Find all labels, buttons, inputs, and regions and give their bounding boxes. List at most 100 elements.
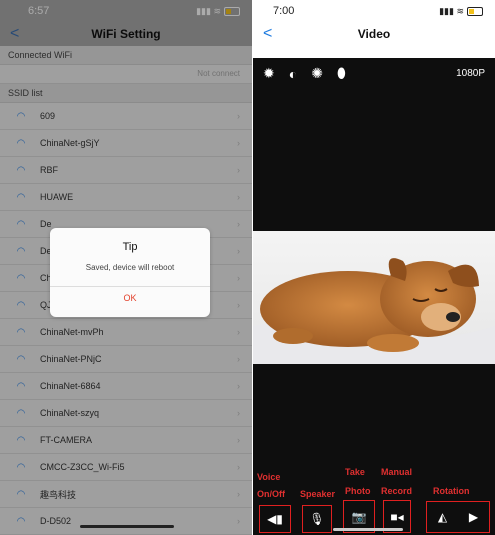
chevron-right-icon: ›	[237, 435, 240, 445]
home-indicator	[80, 525, 174, 528]
ok-button[interactable]: OK	[50, 293, 210, 303]
ssid-name: CMCC-Z3CC_Wi-Fi5	[40, 462, 125, 472]
wifi-icon: ◠	[16, 407, 26, 419]
ssid-list-item[interactable]: ◠ 609 ›	[0, 103, 252, 130]
connected-wifi-header: Connected WiFi	[0, 46, 252, 65]
ssid-name: ChinaNet-szyq	[40, 408, 100, 418]
ssid-list-header: SSID list	[0, 84, 252, 103]
ssid-name: FT-CAMERA	[40, 435, 93, 445]
rotate-icon[interactable]: ▶	[469, 510, 478, 524]
wifi-icon: ◠	[16, 515, 26, 527]
speaker-button[interactable]: 🎙	[302, 505, 332, 533]
wifi-icon: ◠	[16, 191, 26, 203]
back-button[interactable]: <	[263, 26, 272, 42]
wifi-setting-screen: 6:57 ▮▮▮ ≋ < WiFi Setting Connected WiFi…	[0, 0, 252, 535]
voice-toggle-button[interactable]: ◀▮	[259, 505, 291, 533]
chevron-right-icon: ›	[237, 138, 240, 148]
ssid-name: 609	[40, 111, 56, 121]
ssid-list-item[interactable]: ◠ RBF ›	[0, 157, 252, 184]
wifi-icon: ◠	[16, 245, 26, 257]
status-bar: 6:57 ▮▮▮ ≋	[0, 0, 252, 22]
ssid-name: HUAWE	[40, 192, 74, 202]
camera-icon: 📷	[351, 509, 367, 524]
status-icons: ▮▮▮ ≋	[196, 5, 240, 17]
ssid-name: ChinaNet-gSjY	[40, 138, 100, 148]
annotation-manual: Manual	[381, 467, 413, 477]
rotation-controls: ◭ ▶	[426, 501, 490, 533]
wifi-icon: ◠	[16, 488, 26, 500]
night-mode-icon[interactable]: ✺	[311, 65, 323, 82]
ssid-name: ChinaNet-mvPh	[40, 327, 104, 337]
light-bulb-icon[interactable]: ⬮	[337, 65, 346, 82]
video-screen: 7:00 ▮▮▮ ≋ < Video ✹ ◐ ✺ ⬮ 1080P Voice O…	[253, 0, 495, 535]
chevron-right-icon: ›	[237, 192, 240, 202]
resolution-button[interactable]: 1080P	[456, 68, 485, 79]
connected-wifi-status: Not connect	[0, 65, 252, 84]
back-button[interactable]: <	[10, 26, 19, 42]
wifi-icon: ◠	[16, 353, 26, 365]
signal-icon: ▮▮▮ ≋	[439, 6, 464, 16]
dialog-divider	[50, 286, 210, 287]
nav-bar: < Video	[253, 22, 495, 46]
ssid-list-item[interactable]: ◠ ChinaNet-mvPh ›	[0, 319, 252, 346]
ssid-list-item[interactable]: ◠ 趣鸟科技 ›	[0, 481, 252, 508]
page-title: Video	[357, 27, 391, 41]
ssid-list-item[interactable]: ◠ FT-CAMERA ›	[0, 427, 252, 454]
ssid-list-item[interactable]: ◠ CMCC-Z3CC_Wi-Fi5 ›	[0, 454, 252, 481]
ssid-name: ChinaNet-PNjC	[40, 354, 102, 364]
chevron-right-icon: ›	[237, 219, 240, 229]
battery-icon	[467, 6, 483, 16]
ssid-list-item[interactable]: ◠ ChinaNet-szyq ›	[0, 400, 252, 427]
video-camera-icon: ■◂	[390, 509, 404, 524]
chevron-right-icon: ›	[237, 246, 240, 256]
chevron-right-icon: ›	[237, 462, 240, 472]
chevron-right-icon: ›	[237, 516, 240, 526]
chevron-right-icon: ›	[237, 489, 240, 499]
speaker-volume-icon: ◀▮	[267, 512, 283, 526]
wifi-icon: ◠	[16, 380, 26, 392]
ssid-list-item[interactable]: ◠ D-D502 ›	[0, 508, 252, 535]
chevron-right-icon: ›	[237, 300, 240, 310]
video-view: ✹ ◐ ✺ ⬮ 1080P	[253, 58, 495, 500]
ssid-list-item[interactable]: ◠ ChinaNet-PNjC ›	[0, 346, 252, 373]
microphone-icon: 🎙	[309, 512, 325, 526]
wifi-icon: ◠	[16, 272, 26, 284]
wifi-icon: ◠	[16, 299, 26, 311]
battery-icon	[224, 6, 240, 16]
annotation-rotation: Rotation	[433, 486, 470, 496]
nav-bar: < WiFi Setting	[0, 22, 252, 46]
ssid-name: 趣鸟科技	[40, 489, 77, 500]
wifi-icon: ◠	[16, 326, 26, 338]
wifi-icon: ◠	[16, 164, 26, 176]
signal-icon: ▮▮▮ ≋	[196, 6, 221, 16]
annotation-speaker: Speaker	[300, 489, 336, 499]
chevron-right-icon: ›	[237, 354, 240, 364]
ssid-list-item[interactable]: ◠ ChinaNet-gSjY ›	[0, 130, 252, 157]
status-time: 7:00	[273, 5, 295, 17]
home-indicator	[333, 528, 403, 531]
video-toolbar: ✹ ◐ ✺ ⬮ 1080P	[253, 58, 495, 89]
ssid-list-item[interactable]: ◠ ChinaNet-6864 ›	[0, 373, 252, 400]
dialog-message: Saved, device will reboot	[85, 263, 175, 272]
status-time: 6:57	[28, 5, 50, 17]
ssid-name: ChinaNet-6864	[40, 381, 101, 391]
wifi-icon: ◠	[16, 218, 26, 230]
annotation-take: Take	[345, 467, 365, 477]
flip-icon[interactable]: ◭	[438, 510, 447, 524]
ssid-name: RBF	[40, 165, 58, 175]
status-icons: ▮▮▮ ≋	[439, 5, 483, 17]
annotation-voice: Voice	[257, 472, 281, 482]
contrast-icon[interactable]: ◐	[289, 66, 297, 82]
chevron-right-icon: ›	[237, 111, 240, 121]
wifi-icon: ◠	[16, 137, 26, 149]
chevron-right-icon: ›	[237, 408, 240, 418]
brightness-icon[interactable]: ✹	[263, 65, 275, 82]
ssid-list: ◠ 609 › ◠ ChinaNet-gSjY › ◠ RBF › ◠ HUAWE › ◠ De › ◠ De ›…	[0, 103, 252, 535]
tip-dialog: Tip Saved, device will reboot OK	[50, 228, 210, 317]
annotation-record: Record	[381, 486, 413, 496]
ssid-list-item[interactable]: ◠ HUAWE ›	[0, 184, 252, 211]
annotation-onoff: On/Off	[257, 489, 285, 499]
wifi-icon: ◠	[16, 461, 26, 473]
annotation-photo: Photo	[345, 486, 371, 496]
dialog-title: Tip	[122, 241, 138, 253]
